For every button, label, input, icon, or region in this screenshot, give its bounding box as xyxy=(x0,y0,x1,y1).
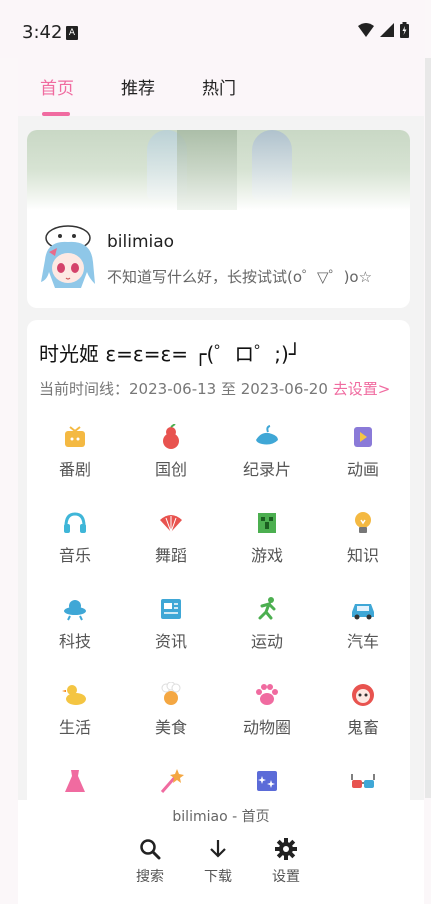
bottom-bar: bilimiao - 首页 搜索 下载 设置 xyxy=(18,800,424,904)
creeper-icon xyxy=(258,513,276,533)
3d-glasses-icon xyxy=(351,774,375,788)
category-label: 鬼畜 xyxy=(346,718,379,737)
category-label: 动物圈 xyxy=(242,718,291,737)
bottom-bar-title: bilimiao - 首页 xyxy=(172,809,270,825)
category-item[interactable] xyxy=(219,760,315,800)
category-label: 动画 xyxy=(346,460,379,479)
download-label: 下载 xyxy=(204,869,232,885)
category-item[interactable]: 动物圈 xyxy=(219,674,315,760)
magic-wand-icon xyxy=(160,769,184,793)
category-item[interactable]: 舞蹈 xyxy=(123,502,219,588)
category-item[interactable] xyxy=(123,760,219,800)
tab-home[interactable]: 首页 xyxy=(40,74,74,99)
runner-icon xyxy=(258,597,276,620)
download-button[interactable]: 下载 xyxy=(193,838,243,886)
category-item[interactable]: 运动 xyxy=(219,588,315,674)
search-button[interactable]: 搜索 xyxy=(125,838,175,886)
banner-tree xyxy=(177,130,237,210)
notification-icon: A xyxy=(66,26,78,40)
tv-icon xyxy=(65,426,85,447)
category-item[interactable]: 游戏 xyxy=(219,502,315,588)
category-label: 科技 xyxy=(58,632,91,651)
category-label: 国创 xyxy=(154,460,187,479)
category-item[interactable]: 汽车 xyxy=(315,588,411,674)
category-label: 资讯 xyxy=(154,632,187,651)
car-icon xyxy=(352,604,374,620)
category-label: 知识 xyxy=(346,546,379,565)
newspaper-icon xyxy=(161,599,181,619)
tab-recommend[interactable]: 推荐 xyxy=(121,74,155,99)
main-content[interactable]: bilimiao 不知道写什么好，长按试试(o゜▽゜)o☆ 时光姬 ε=ε=ε=… xyxy=(18,116,424,800)
status-time: 3:42 xyxy=(22,22,63,43)
settings-button[interactable]: 设置 xyxy=(261,838,311,886)
category-item[interactable]: 鬼畜 xyxy=(315,674,411,760)
category-item[interactable]: 知识 xyxy=(315,502,411,588)
timeline-prefix: 当前时间线： xyxy=(39,380,130,398)
profile-card[interactable]: bilimiao 不知道写什么好，长按试试(o゜▽゜)o☆ xyxy=(27,130,410,308)
category-item[interactable]: 音乐 xyxy=(27,502,123,588)
chef-icon xyxy=(161,682,181,705)
search-icon xyxy=(140,839,161,860)
category-card: 时光姬 ε=ε=ε= ┌(゜ロ゜;)┘ 当前时间线：2023-06-13 至 2… xyxy=(27,320,410,800)
gear-icon xyxy=(275,838,297,860)
profile-signature: 不知道写什么好，长按试试(o゜▽゜)o☆ xyxy=(107,268,373,286)
profile-banner xyxy=(27,130,410,210)
duck-icon xyxy=(62,685,86,705)
fan-icon xyxy=(160,515,182,533)
profile-username: bilimiao xyxy=(107,232,175,252)
timeline-row: 当前时间线：2023-06-13 至 2023-06-20 去设置> xyxy=(39,378,390,399)
settings-label: 设置 xyxy=(272,869,300,885)
sparkle-box-icon xyxy=(257,771,277,791)
whale-icon xyxy=(256,425,278,445)
download-icon xyxy=(210,840,226,858)
category-label: 游戏 xyxy=(250,546,283,565)
ufo-icon xyxy=(64,600,86,621)
category-item[interactable]: 番剧 xyxy=(27,416,123,502)
signal-icon xyxy=(380,23,394,37)
play-card-icon xyxy=(354,427,372,447)
battery-icon xyxy=(400,22,409,38)
category-label: 运动 xyxy=(250,632,283,651)
category-label: 番剧 xyxy=(58,460,91,479)
category-label: 美食 xyxy=(154,718,187,737)
tab-bar: 首页 推荐 热门 xyxy=(18,58,424,116)
status-icons xyxy=(358,22,409,38)
category-label: 纪录片 xyxy=(242,460,291,479)
category-item[interactable]: 科技 xyxy=(27,588,123,674)
headphones-icon xyxy=(64,512,86,533)
category-item[interactable]: 美食 xyxy=(123,674,219,760)
category-item[interactable]: 资讯 xyxy=(123,588,219,674)
paw-icon xyxy=(256,684,278,705)
category-label: 生活 xyxy=(58,718,91,737)
category-item[interactable]: 动画 xyxy=(315,416,411,502)
banner-character-right xyxy=(252,130,292,200)
gourd-icon xyxy=(163,424,179,449)
category-item[interactable]: 纪录片 xyxy=(219,416,315,502)
category-item[interactable] xyxy=(315,760,411,800)
category-item[interactable] xyxy=(27,760,123,800)
timeline-settings-link[interactable]: 去设置> xyxy=(333,380,391,398)
wifi-icon xyxy=(358,23,374,37)
search-label: 搜索 xyxy=(136,869,164,885)
side-edge xyxy=(425,58,431,798)
status-bar: 3:42 A xyxy=(0,0,425,58)
timeline-range: 2023-06-13 至 2023-06-20 xyxy=(129,380,328,398)
ghost-face-icon xyxy=(352,684,374,706)
category-item[interactable]: 生活 xyxy=(27,674,123,760)
category-item[interactable]: 国创 xyxy=(123,416,219,502)
lightbulb-icon xyxy=(355,512,371,533)
time-card-title: 时光姬 ε=ε=ε= ┌(゜ロ゜;)┘ xyxy=(39,342,301,366)
category-label: 汽车 xyxy=(346,632,379,651)
dress-icon xyxy=(65,770,85,792)
category-label: 音乐 xyxy=(58,546,91,565)
tab-hot[interactable]: 热门 xyxy=(202,74,236,99)
category-label: 舞蹈 xyxy=(154,546,187,565)
avatar[interactable] xyxy=(37,222,99,294)
